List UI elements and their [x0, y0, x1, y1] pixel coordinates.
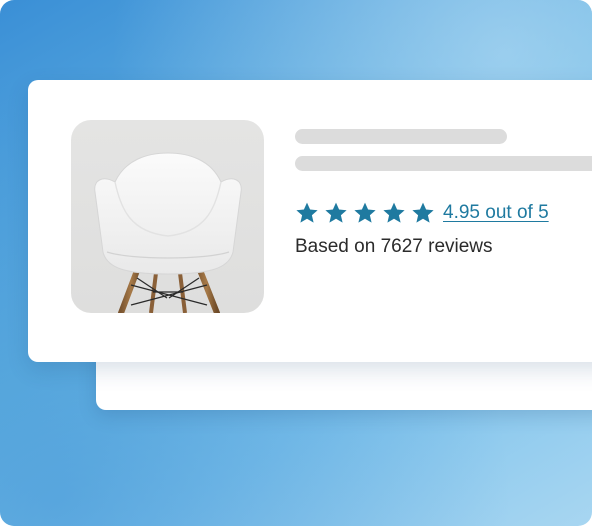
- star-rating: [295, 201, 443, 225]
- star-icon: [354, 202, 376, 223]
- subtitle-placeholder-line: [295, 156, 592, 171]
- rating-summary-link[interactable]: 4.95 out of 5: [443, 202, 549, 224]
- star-icon: [325, 202, 347, 223]
- chair-illustration: [94, 152, 242, 313]
- rating-row: 4.95 out of 5: [295, 200, 549, 226]
- product-image: [71, 120, 264, 313]
- star-icon: [412, 202, 434, 223]
- review-count-text: Based on 7627 reviews: [295, 236, 493, 257]
- product-review-card: 4.95 out of 5 Based on 7627 reviews: [28, 80, 592, 362]
- title-placeholder-line: [295, 129, 507, 144]
- star-icon: [383, 202, 405, 223]
- background-panel: 4.95 out of 5 Based on 7627 reviews: [0, 0, 592, 526]
- star-icon: [296, 202, 318, 223]
